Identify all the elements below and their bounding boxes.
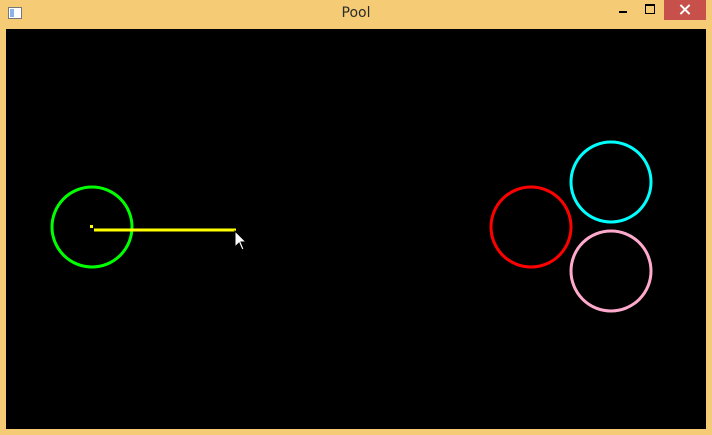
maximize-icon[interactable] — [637, 0, 663, 20]
mouse-pointer-icon — [234, 230, 248, 251]
minimize-icon[interactable] — [610, 0, 636, 20]
red-ball[interactable] — [489, 185, 573, 269]
pool-window: Pool — [0, 0, 712, 435]
game-canvas[interactable] — [6, 29, 706, 429]
table-surface — [50, 140, 653, 313]
close-icon[interactable] — [664, 0, 706, 20]
title-bar[interactable]: Pool — [0, 0, 712, 29]
cyan-ball[interactable] — [569, 140, 653, 224]
window-title: Pool — [341, 5, 371, 21]
cue-ball-center — [90, 225, 93, 228]
pink-ball[interactable] — [569, 229, 653, 313]
